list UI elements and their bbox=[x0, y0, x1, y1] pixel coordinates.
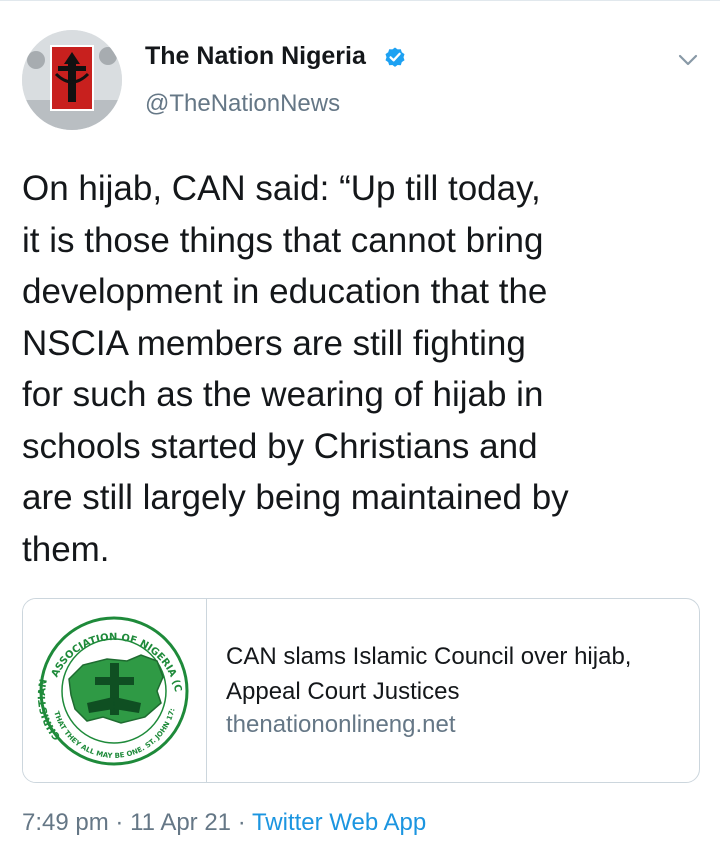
verified-badge-icon bbox=[385, 47, 405, 67]
author-handle[interactable]: @TheNationNews bbox=[145, 90, 340, 118]
the-nation-logo-icon bbox=[22, 30, 122, 130]
tweet-meta: 7:49 pm · 11 Apr 21 · Twitter Web App bbox=[22, 809, 426, 837]
card-image: ASSOCIATION OF NIGERIA (CAN) CHRISTIAN T… bbox=[23, 599, 207, 782]
author-display-name[interactable]: The Nation Nigeria bbox=[145, 42, 366, 71]
christian-association-of-nigeria-logo-icon: ASSOCIATION OF NIGERIA (CAN) CHRISTIAN T… bbox=[23, 599, 189, 766]
card-domain: thenationonlineng.net bbox=[226, 711, 456, 738]
meta-separator: · bbox=[115, 809, 124, 836]
meta-separator: · bbox=[237, 809, 246, 836]
tweet-date[interactable]: 11 Apr 21 bbox=[130, 809, 231, 836]
link-card[interactable]: ASSOCIATION OF NIGERIA (CAN) CHRISTIAN T… bbox=[22, 598, 700, 783]
tweet-time[interactable]: 7:49 pm bbox=[22, 809, 109, 836]
tweet-text: On hijab, CAN said: “Up till today, it i… bbox=[22, 169, 569, 569]
svg-text:CHRISTIAN: CHRISTIAN bbox=[37, 678, 63, 742]
avatar[interactable] bbox=[22, 30, 122, 130]
logo-left-arc-text: CHRISTIAN bbox=[37, 678, 63, 742]
card-title: CAN slams Islamic Council over hijab, Ap… bbox=[226, 643, 632, 705]
top-divider bbox=[0, 0, 720, 1]
tweet-source-link[interactable]: Twitter Web App bbox=[252, 809, 426, 836]
chevron-down-icon[interactable] bbox=[674, 46, 702, 74]
